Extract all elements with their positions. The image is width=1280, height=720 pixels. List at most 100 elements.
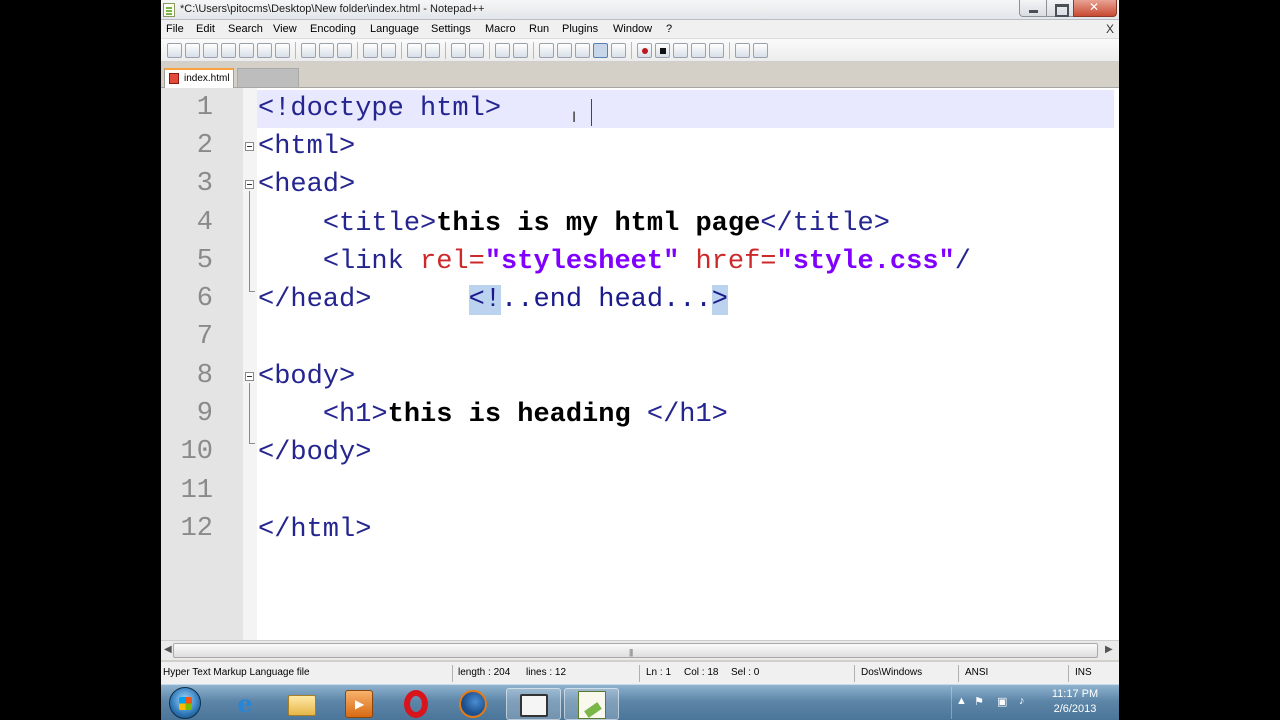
rel-attribute: rel= (420, 247, 485, 277)
title-bar[interactable]: *C:\Users\pitocms\Desktop\New folder\ind… (161, 0, 1119, 20)
fold-end (249, 291, 255, 292)
doc-map-icon[interactable] (611, 43, 626, 58)
undo-icon[interactable] (363, 43, 378, 58)
show-all-characters-icon[interactable] (557, 43, 572, 58)
network-icon[interactable]: ▣ (997, 695, 1007, 708)
fold-toggle-head[interactable] (245, 180, 254, 189)
code-line-3: <head> (258, 166, 355, 204)
status-lines: lines : 12 (526, 667, 567, 678)
clock-date[interactable]: 2/6/2013 (1045, 703, 1105, 715)
record-macro-icon[interactable] (637, 43, 652, 58)
taskbar-firefox[interactable] (446, 688, 501, 720)
menu-plugins[interactable]: Plugins (562, 23, 598, 35)
maximize-button[interactable] (1046, 0, 1074, 17)
open-file-icon[interactable] (185, 43, 200, 58)
head-open-tag: <head> (258, 170, 356, 200)
find-icon[interactable] (407, 43, 422, 58)
body-close-tag: </body> (258, 438, 372, 468)
line-number-margin: 1 2 3 4 5 6 7 8 9 10 11 12 (161, 88, 243, 640)
scroll-right-icon[interactable]: ▶ (1105, 644, 1113, 655)
horizontal-scrollbar[interactable]: ◀ ||| ▶ (161, 640, 1119, 660)
menu-edit[interactable]: Edit (196, 23, 215, 35)
menu-help[interactable]: ? (666, 23, 672, 35)
toolbar-separator (631, 42, 632, 59)
close-document-button[interactable]: X (1106, 22, 1114, 36)
fold-toggle-body[interactable] (245, 372, 254, 381)
code-line-6: </head> <!..end head...> (258, 281, 728, 319)
menu-view[interactable]: View (273, 23, 297, 35)
h1-close-tag: </h1> (646, 400, 728, 430)
taskbar-notepad-plus-plus[interactable] (564, 688, 619, 720)
new-file-icon[interactable] (167, 43, 182, 58)
sync-horizontal-icon[interactable] (513, 43, 528, 58)
menu-encoding[interactable]: Encoding (310, 23, 356, 35)
play-macro-icon[interactable] (673, 43, 688, 58)
status-eol: Dos\Windows (861, 667, 923, 678)
show-hidden-icons-icon[interactable]: ▲ (956, 695, 967, 707)
status-mode: INS (1075, 667, 1092, 678)
html-open-tag: <html> (258, 132, 356, 162)
zoom-out-icon[interactable] (469, 43, 484, 58)
save-macro-icon[interactable] (709, 43, 724, 58)
status-ln: Ln : 1 (646, 667, 672, 678)
menu-language[interactable]: Language (370, 23, 419, 35)
fold-end (249, 443, 255, 444)
stop-macro-icon[interactable] (655, 43, 670, 58)
menu-window[interactable]: Window (613, 23, 652, 35)
head-close-tag: </head> (258, 285, 372, 315)
status-encoding: ANSI (965, 667, 989, 678)
taskbar-window[interactable] (506, 688, 561, 720)
code-line-12: </html> (258, 511, 371, 549)
window-title: *C:\Users\pitocms\Desktop\New folder\ind… (180, 3, 485, 15)
start-button-icon[interactable] (169, 687, 201, 719)
scroll-left-icon[interactable]: ◀ (164, 644, 172, 655)
taskbar-internet-explorer[interactable]: e (218, 688, 273, 720)
menu-search[interactable]: Search (228, 23, 263, 35)
zoom-in-icon[interactable] (451, 43, 466, 58)
taskbar-opera[interactable] (389, 688, 444, 720)
code-line-9: <h1>this is heading </h1> (258, 396, 728, 434)
close-file-icon[interactable] (239, 43, 254, 58)
volume-icon[interactable]: ♪ (1019, 695, 1025, 707)
sync-vertical-icon[interactable] (495, 43, 510, 58)
save-icon[interactable] (203, 43, 218, 58)
menu-settings[interactable]: Settings (431, 23, 471, 35)
fold-toggle-html[interactable] (245, 142, 254, 151)
word-wrap-icon[interactable] (539, 43, 554, 58)
run-macro-multiple-icon[interactable] (691, 43, 706, 58)
redo-icon[interactable] (381, 43, 396, 58)
code-editor[interactable]: 1 2 3 4 5 6 7 8 9 10 11 12 <!doctype htm… (161, 88, 1119, 640)
paste-icon[interactable] (337, 43, 352, 58)
fold-margin[interactable] (243, 88, 257, 640)
spell-check-icon[interactable] (753, 43, 768, 58)
save-all-icon[interactable] (221, 43, 236, 58)
user-language-icon[interactable] (593, 43, 608, 58)
toolbar (161, 39, 1119, 62)
taskbar-media-player[interactable] (332, 688, 387, 720)
doctype-tag: <!doctype html> (258, 94, 502, 124)
menu-bar: File Edit Search View Encoding Language … (161, 20, 1119, 39)
replace-icon[interactable] (425, 43, 440, 58)
minimize-button[interactable] (1019, 0, 1047, 17)
menu-macro[interactable]: Macro (485, 23, 516, 35)
cut-icon[interactable] (301, 43, 316, 58)
status-separator (452, 665, 453, 682)
comment-start: <! (468, 285, 502, 315)
tab-index-html[interactable]: index.html (164, 68, 234, 88)
clock-time[interactable]: 11:17 PM (1045, 688, 1105, 700)
close-all-icon[interactable] (257, 43, 272, 58)
code-line-2: <html> (258, 128, 355, 166)
fold-line (249, 383, 250, 443)
menu-file[interactable]: File (166, 23, 184, 35)
close-button[interactable] (1073, 0, 1117, 17)
unsaved-file-icon (169, 73, 179, 84)
taskbar-file-explorer[interactable] (275, 688, 330, 720)
tab-unnamed[interactable] (237, 68, 299, 87)
menu-run[interactable]: Run (529, 23, 549, 35)
print-icon[interactable] (275, 43, 290, 58)
indent-guide-icon[interactable] (575, 43, 590, 58)
copy-icon[interactable] (319, 43, 334, 58)
action-center-icon[interactable]: ⚑ (974, 695, 984, 708)
scrollbar-thumb[interactable]: ||| (173, 643, 1098, 658)
open-folder-icon[interactable] (735, 43, 750, 58)
